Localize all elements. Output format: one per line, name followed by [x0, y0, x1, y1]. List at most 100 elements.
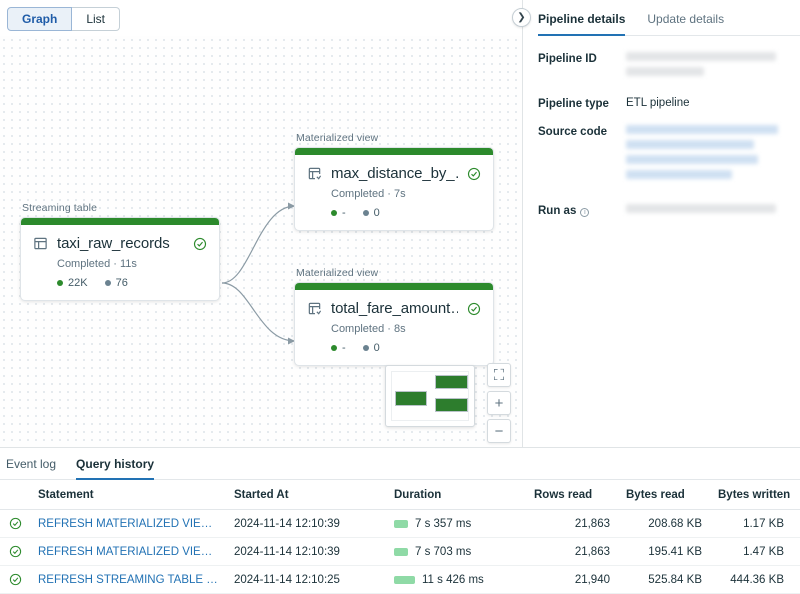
- table-row[interactable]: REFRESH MATERIALIZED VIEW max_di... 2024…: [0, 509, 800, 538]
- col-duration[interactable]: Duration: [386, 480, 526, 510]
- graph-pane: Graph List Streaming table taxi_raw_reco…: [0, 0, 523, 447]
- node-metrics: 22K 76: [57, 277, 207, 289]
- info-icon[interactable]: i: [580, 208, 590, 217]
- metric-value: -: [342, 207, 346, 219]
- metric-value: 0: [373, 207, 380, 219]
- table-row[interactable]: REFRESH MATERIALIZED VIEW total_fa... 20…: [0, 537, 800, 566]
- query-history-table: Statement Started At Duration Rows read …: [0, 480, 800, 594]
- row-status: [0, 537, 30, 566]
- query-history-body: REFRESH MATERIALIZED VIEW max_di... 2024…: [0, 509, 800, 594]
- col-bytes-written[interactable]: Bytes written: [710, 480, 800, 510]
- node-status-bar: [295, 283, 493, 290]
- graph-node-max-distance[interactable]: Materialized view max_distance_by_… Comp…: [294, 132, 494, 231]
- duration-cell: 7 s 703 ms: [386, 537, 526, 566]
- col-status: [0, 480, 30, 510]
- minimap-node: [395, 391, 427, 406]
- row-status: [0, 509, 30, 538]
- gray-dot-icon: [362, 345, 369, 351]
- rows-read-value: 21,863: [526, 537, 618, 566]
- node-kind-label: Materialized view: [296, 132, 379, 144]
- tab-pipeline-details[interactable]: Pipeline details: [538, 12, 626, 36]
- node-card[interactable]: total_fare_amount… Completed · 8s - 0: [294, 282, 494, 366]
- field-label-text: Run as: [538, 205, 577, 217]
- gray-dot-icon: [362, 210, 369, 216]
- table-header-row: Statement Started At Duration Rows read …: [0, 480, 800, 510]
- field-value-redacted: [626, 52, 800, 82]
- field-pipeline-id: Pipeline ID: [538, 52, 800, 82]
- col-bytes-read[interactable]: Bytes read: [618, 480, 710, 510]
- details-field-list: Pipeline ID Pipeline type ETL pipeline S…: [538, 52, 800, 219]
- tab-update-details[interactable]: Update details: [647, 12, 724, 36]
- minimap-node: [435, 398, 468, 412]
- minimap-node: [435, 375, 468, 389]
- details-tabs: Pipeline details Update details: [538, 12, 800, 36]
- materialized-view-icon: [308, 302, 322, 315]
- top-area: Graph List Streaming table taxi_raw_reco…: [0, 0, 800, 447]
- toggle-graph[interactable]: Graph: [7, 7, 73, 31]
- started-at-value: 2024-11-14 12:10:39: [226, 537, 386, 566]
- node-card[interactable]: max_distance_by_… Completed · 7s - 0: [294, 147, 494, 231]
- field-label: Source code: [538, 126, 608, 138]
- field-label: Run as i: [538, 204, 626, 219]
- metric-dropped: 0: [362, 207, 380, 219]
- collapse-panel-chevron-icon[interactable]: ❯: [512, 8, 531, 27]
- duration-value: 7 s 703 ms: [415, 545, 472, 558]
- details-pane: Pipeline details Update details Pipeline…: [524, 0, 800, 447]
- node-title: total_fare_amount…: [331, 300, 458, 317]
- node-title: max_distance_by_…: [331, 165, 458, 182]
- table-icon: [34, 237, 47, 250]
- zoom-out-button[interactable]: −: [487, 419, 511, 443]
- check-circle-icon: [467, 302, 481, 315]
- field-value-redacted[interactable]: [626, 125, 800, 185]
- view-toggle: Graph List: [7, 7, 121, 31]
- duration-cell: 7 s 357 ms: [386, 509, 526, 538]
- col-started-at[interactable]: Started At: [226, 480, 386, 510]
- field-source-code: Source code: [538, 125, 800, 185]
- node-status-bar: [295, 148, 493, 155]
- toggle-list[interactable]: List: [72, 7, 121, 31]
- node-card[interactable]: taxi_raw_records Completed · 11s 22K 76: [20, 217, 220, 301]
- tab-query-history[interactable]: Query history: [76, 457, 155, 480]
- node-status-text: Completed · 7s: [331, 188, 406, 200]
- node-kind-label: Materialized view: [296, 267, 379, 279]
- duration-bar: [394, 519, 408, 528]
- metric-value: -: [342, 342, 346, 354]
- tab-event-log[interactable]: Event log: [6, 457, 56, 480]
- metric-value: 22K: [68, 277, 88, 289]
- gray-dot-icon: [104, 280, 111, 286]
- materialized-view-icon: [308, 167, 322, 180]
- node-metrics: - 0: [331, 342, 481, 354]
- rows-read-value: 21,863: [526, 509, 618, 538]
- check-circle-icon: [9, 545, 21, 558]
- duration-value: 7 s 357 ms: [415, 517, 472, 530]
- metric-value: 76: [115, 277, 128, 289]
- col-rows-read[interactable]: Rows read: [526, 480, 618, 510]
- node-kind-label: Streaming table: [22, 202, 98, 214]
- graph-node-total-fare-amount[interactable]: Materialized view total_fare_amount… Com…: [294, 267, 494, 366]
- node-title: taxi_raw_records: [57, 235, 170, 252]
- node-status-text: Completed · 11s: [57, 258, 137, 270]
- green-dot-icon: [331, 210, 337, 216]
- fit-screen-icon[interactable]: ⛶: [487, 363, 511, 387]
- field-label: Pipeline type: [538, 98, 609, 110]
- metric-rows: 22K: [57, 277, 88, 289]
- bottom-panel: Event log Query history Statement Starte…: [0, 447, 800, 594]
- field-label: Pipeline ID: [538, 53, 597, 65]
- bytes-written-value: 1.47 KB: [710, 537, 800, 566]
- col-statement[interactable]: Statement: [30, 480, 226, 510]
- bottom-tabs: Event log Query history: [0, 448, 800, 480]
- metric-rows: -: [331, 342, 346, 354]
- statement-link[interactable]: REFRESH MATERIALIZED VIEW max_di...: [38, 518, 218, 530]
- check-circle-icon: [193, 237, 207, 250]
- statement-link[interactable]: REFRESH MATERIALIZED VIEW total_fa...: [38, 546, 218, 558]
- node-status-text: Completed · 8s: [331, 323, 406, 335]
- field-run-as: Run as i: [538, 204, 800, 219]
- field-value-redacted: [626, 204, 800, 219]
- field-value: ETL pipeline: [626, 97, 690, 109]
- metric-rows: -: [331, 207, 346, 219]
- bytes-read-value: 208.68 KB: [618, 509, 710, 538]
- graph-node-taxi-raw-records[interactable]: Streaming table taxi_raw_records Complet…: [20, 202, 220, 301]
- graph-minimap[interactable]: [385, 365, 475, 427]
- zoom-in-button[interactable]: +: [487, 391, 511, 415]
- metric-dropped: 76: [104, 277, 128, 289]
